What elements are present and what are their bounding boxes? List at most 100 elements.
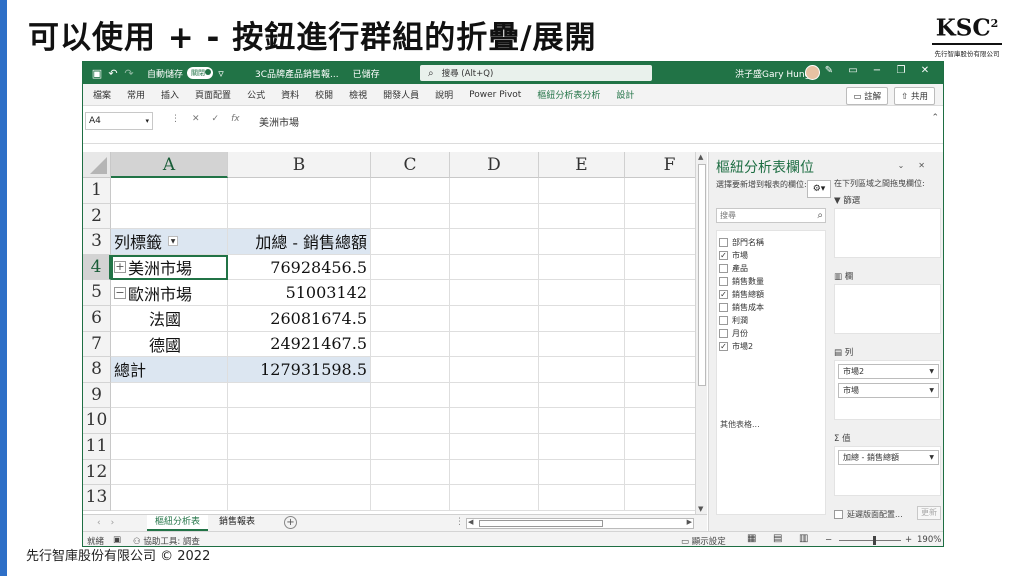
- column-header-b[interactable]: B: [228, 152, 371, 178]
- column-header-d[interactable]: D: [450, 152, 539, 178]
- checked-checkbox[interactable]: ✓: [719, 290, 728, 299]
- page-break-view-icon[interactable]: ▥: [799, 533, 808, 544]
- scroll-left-icon[interactable]: ◀: [468, 518, 473, 526]
- tab-view[interactable]: 檢視: [349, 88, 367, 101]
- cell-d4[interactable]: [450, 254, 539, 281]
- minimize-icon[interactable]: −: [865, 65, 889, 76]
- cell-a10[interactable]: [111, 408, 228, 434]
- sheet-tab-pivot[interactable]: 樞紐分析表: [147, 515, 209, 531]
- cell-b7[interactable]: 24921467.5: [228, 331, 371, 358]
- scroll-right-icon[interactable]: ▶: [687, 518, 692, 526]
- unchecked-checkbox[interactable]: [719, 329, 728, 338]
- defer-layout-checkbox[interactable]: 延遲版面配置...: [834, 509, 903, 520]
- cancel-icon[interactable]: ✕: [192, 114, 200, 124]
- row-header[interactable]: 1: [83, 178, 111, 204]
- cell-c11[interactable]: [371, 434, 450, 460]
- pivot-field-item[interactable]: 銷售成本: [719, 302, 764, 313]
- unchecked-checkbox[interactable]: [719, 316, 728, 325]
- cell-f4[interactable]: [625, 255, 695, 281]
- confirm-icon[interactable]: ✓: [212, 114, 220, 124]
- cell-a4[interactable]: + 美洲市場: [111, 254, 228, 281]
- unchecked-checkbox[interactable]: [719, 238, 728, 247]
- filters-area[interactable]: [834, 208, 941, 258]
- zoom-out-button[interactable]: −: [825, 535, 832, 545]
- tab-home[interactable]: 常用: [127, 88, 145, 101]
- tab-power-pivot[interactable]: Power Pivot: [469, 90, 521, 100]
- cell-c13[interactable]: [371, 485, 450, 511]
- cell-c4[interactable]: [371, 254, 450, 281]
- cell-e3[interactable]: [539, 229, 625, 255]
- cell-f3[interactable]: [625, 229, 695, 255]
- accessibility-status[interactable]: ⚇ 協助工具: 調查: [133, 535, 200, 546]
- cell-e2[interactable]: [539, 203, 625, 230]
- unchecked-checkbox[interactable]: [719, 264, 728, 273]
- tab-page-layout[interactable]: 頁面配置: [195, 88, 231, 101]
- pivot-field-item[interactable]: 月份: [719, 328, 748, 339]
- zoom-level[interactable]: 190%: [917, 535, 941, 545]
- tab-review[interactable]: 校閱: [315, 88, 333, 101]
- row-header[interactable]: 9: [83, 382, 111, 409]
- cell-e9[interactable]: [539, 382, 625, 409]
- row-labels-filter-button[interactable]: ▼: [168, 236, 179, 247]
- pivot-field-item[interactable]: ✓ 市場: [719, 250, 748, 261]
- cell-a6[interactable]: 法國: [111, 306, 228, 332]
- collapse-button[interactable]: −: [114, 286, 126, 299]
- add-sheet-button[interactable]: +: [284, 516, 297, 529]
- zoom-slider[interactable]: [839, 540, 901, 541]
- row-header[interactable]: 4: [83, 254, 111, 281]
- pen-icon[interactable]: ✎: [817, 65, 841, 76]
- cell-e13[interactable]: [539, 485, 625, 511]
- tab-developer[interactable]: 開發人員: [383, 88, 419, 101]
- cell-c6[interactable]: [371, 306, 450, 332]
- tab-data[interactable]: 資料: [281, 88, 299, 101]
- autosave-toggle[interactable]: 關閉: [187, 67, 214, 79]
- cell-c10[interactable]: [371, 408, 450, 434]
- cell-b10[interactable]: [228, 408, 371, 434]
- select-all-corner[interactable]: [83, 152, 111, 178]
- pivot-field-item[interactable]: 銷售數量: [719, 276, 764, 287]
- cell-a2[interactable]: [111, 203, 228, 230]
- cell-f8[interactable]: [625, 357, 695, 383]
- field-search-input[interactable]: 搜尋 ⌕: [716, 208, 826, 223]
- row-header[interactable]: 8: [83, 357, 111, 383]
- cell-b8[interactable]: 127931598.5: [228, 357, 371, 383]
- cell-d12[interactable]: [450, 459, 539, 486]
- cell-b5[interactable]: 51003142: [228, 280, 371, 306]
- restore-icon[interactable]: ❐: [889, 65, 913, 76]
- cell-e7[interactable]: [539, 331, 625, 358]
- cell-f10[interactable]: [625, 408, 695, 434]
- value-field-item[interactable]: 加總 - 銷售總額 ▼: [838, 450, 939, 465]
- cell-a9[interactable]: [111, 382, 228, 409]
- cell-e4[interactable]: [539, 254, 625, 281]
- values-area[interactable]: 加總 - 銷售總額 ▼: [834, 446, 941, 496]
- column-header-e[interactable]: E: [539, 152, 625, 178]
- row-header[interactable]: 11: [83, 434, 111, 460]
- close-icon[interactable]: ✕: [913, 65, 937, 76]
- cell-b3[interactable]: 加總 - 銷售總額: [228, 229, 371, 255]
- vertical-scrollbar[interactable]: ▲ ▼: [695, 152, 707, 514]
- formula-input[interactable]: 美洲市場: [259, 114, 299, 129]
- cell-f7[interactable]: [625, 332, 695, 358]
- pivot-field-item[interactable]: 利潤: [719, 315, 748, 326]
- cell-a8[interactable]: 總計: [111, 357, 228, 383]
- cell-f11[interactable]: [625, 434, 695, 460]
- row-header[interactable]: 5: [83, 280, 111, 306]
- column-header-f[interactable]: F: [625, 152, 695, 178]
- insert-function-icon[interactable]: fx: [231, 114, 240, 124]
- pivot-field-item[interactable]: 部門名稱: [719, 237, 764, 248]
- cell-b9[interactable]: [228, 382, 371, 409]
- page-layout-view-icon[interactable]: ▤: [773, 533, 782, 544]
- row-header[interactable]: 7: [83, 331, 111, 358]
- pivot-field-item[interactable]: ✓ 銷售總額: [719, 289, 764, 300]
- cell-f2[interactable]: [625, 204, 695, 230]
- horizontal-scrollbar[interactable]: ◀ ▶: [466, 518, 694, 529]
- cell-f5[interactable]: [625, 280, 695, 306]
- rows-area[interactable]: 市場2 ▼ 市場 ▼: [834, 360, 941, 420]
- column-header-c[interactable]: C: [371, 152, 450, 178]
- unchecked-checkbox[interactable]: [719, 303, 728, 312]
- cell-f1[interactable]: [625, 178, 695, 204]
- zoom-slider-thumb[interactable]: [873, 536, 876, 545]
- cell-b2[interactable]: [228, 203, 371, 230]
- cell-d11[interactable]: [450, 434, 539, 460]
- sheet-nav-arrows[interactable]: ‹›: [97, 518, 124, 528]
